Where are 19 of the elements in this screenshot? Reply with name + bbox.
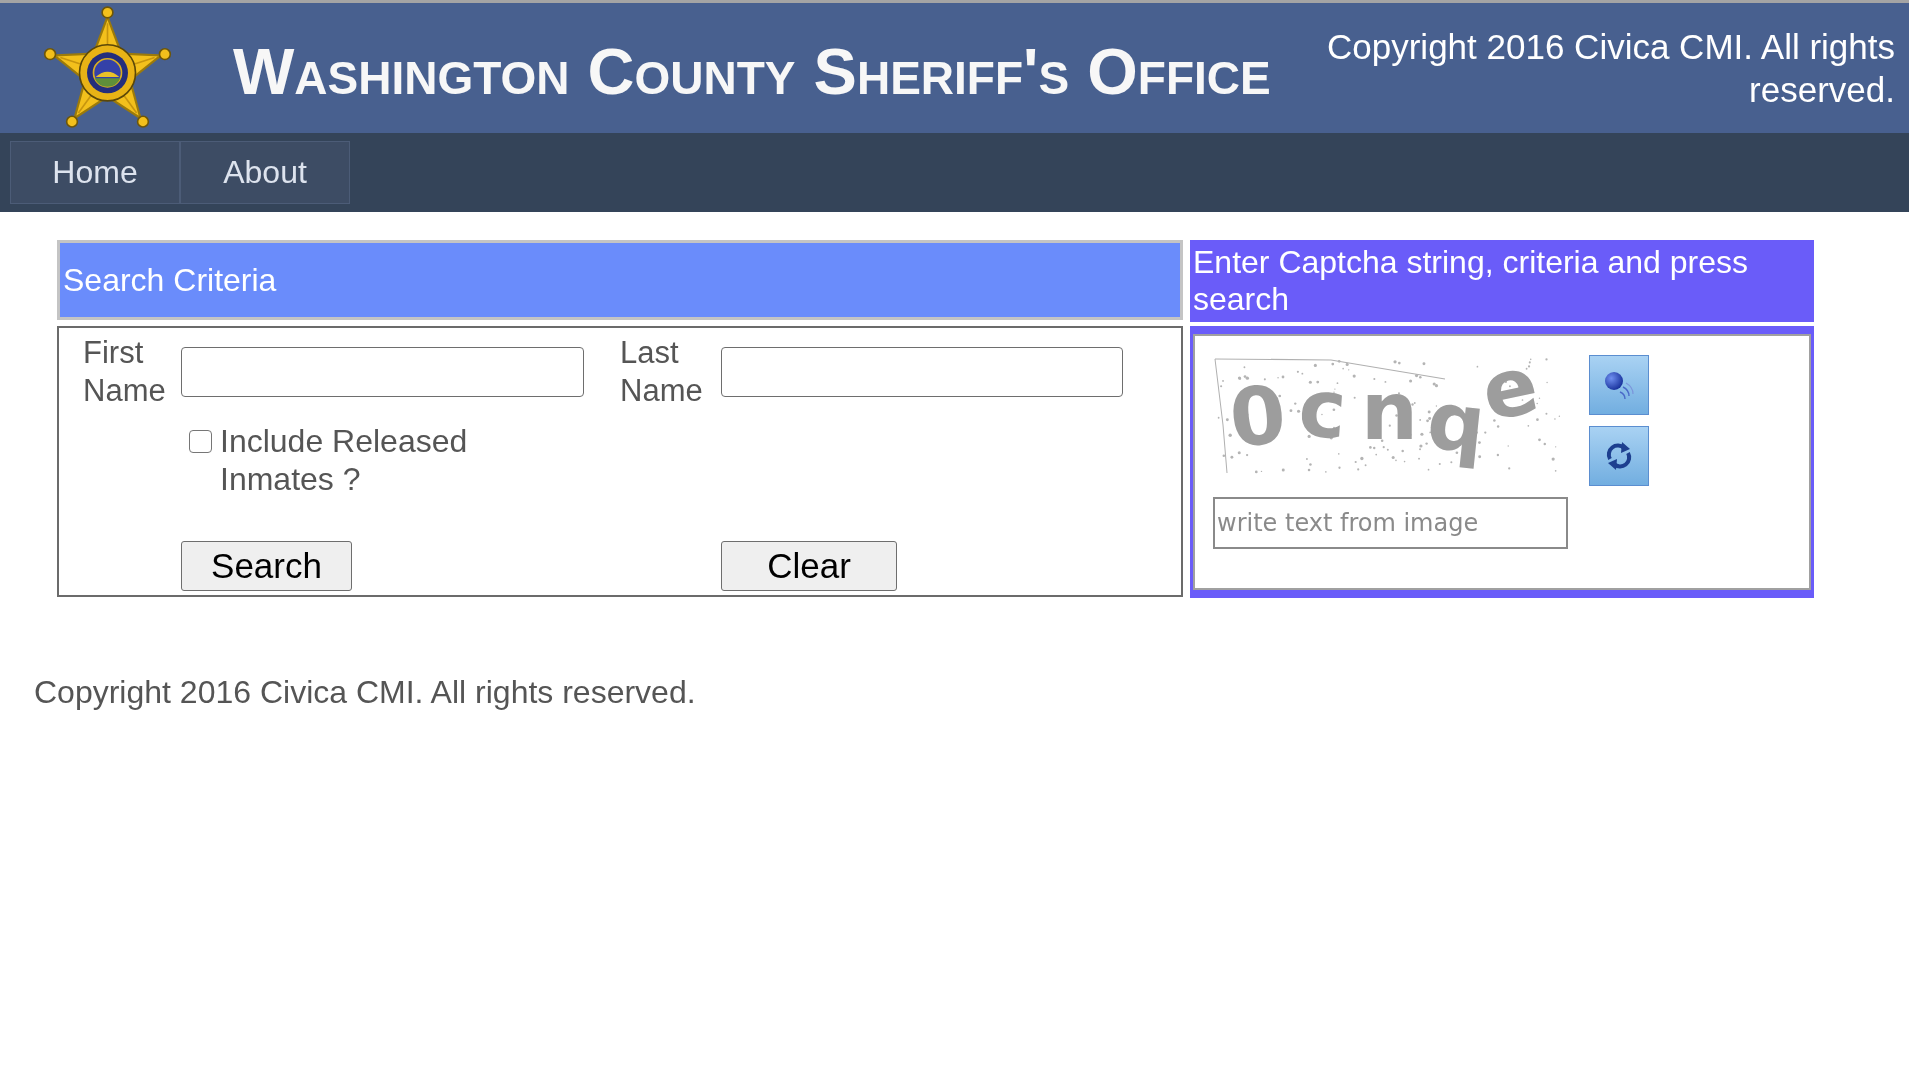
captcha-input[interactable]: write text from image [1213,497,1568,549]
captcha-heading: Enter Captcha string, criteria and press search [1190,240,1814,322]
form-button[interactable]: Search [181,541,352,592]
nav-tab[interactable]: About [180,141,350,204]
site-title: Washington County Sheriff's Office [233,38,1271,104]
captcha-image: 0cnqe [1213,355,1564,476]
include-released-checkbox[interactable] [189,429,212,453]
nav-tab[interactable]: Home [10,141,180,204]
form-button[interactable]: Clear [721,541,897,592]
copyright-text: Copyright 2016 Civica CMI. All rights reserved. [1326,26,1895,111]
section-heading: Search Criteria [57,240,1183,320]
name-input[interactable] [181,347,584,397]
field-label: Last Name [619,334,704,410]
audio-button[interactable] [1589,355,1649,415]
name-input[interactable] [721,347,1123,397]
field-label: First Name [83,334,167,410]
copyright-text: Copyright 2016 Civica CMI. All rights reserved. [34,673,696,711]
checkbox-label: Include Released Inmates ? [220,421,469,498]
refresh-button[interactable] [1589,426,1649,486]
